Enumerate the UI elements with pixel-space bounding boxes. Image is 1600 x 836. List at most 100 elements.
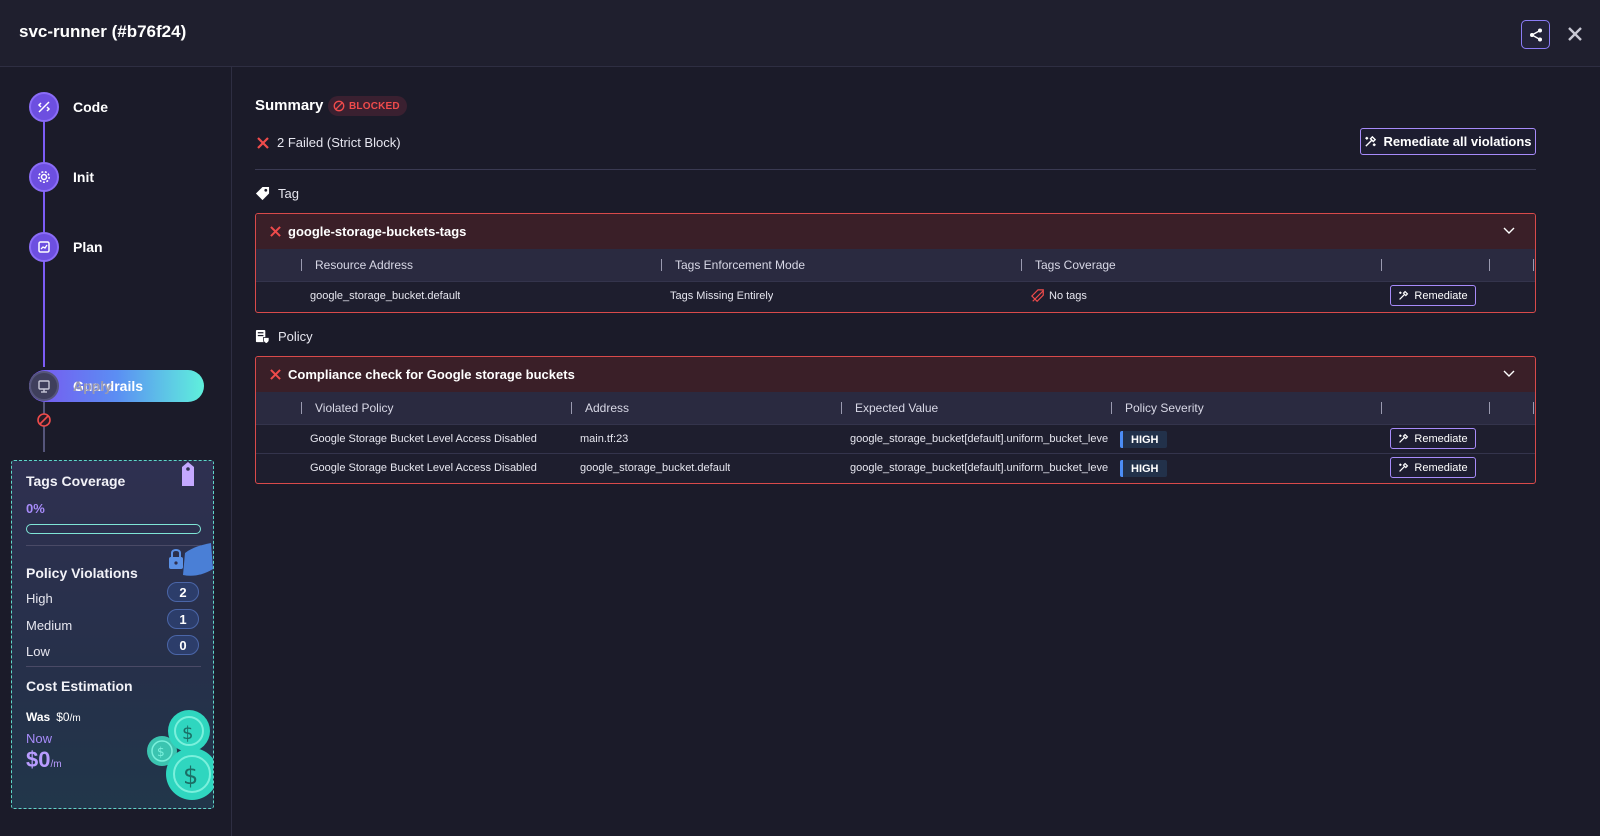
violations-high-label: High: [26, 591, 53, 606]
severity-badge: HIGH: [1120, 431, 1167, 448]
close-button[interactable]: [1563, 22, 1587, 46]
tags-coverage-progress: [26, 524, 201, 534]
address-cell: main.tf:23: [580, 433, 629, 445]
policy-panel-title: Compliance check for Google storage buck…: [288, 367, 575, 382]
tag-table-header: Resource Address Tags Enforcement Mode T…: [256, 249, 1535, 282]
expected-value-cell: google_storage_bucket[default].uniform_b…: [850, 462, 1109, 474]
x-icon: [270, 226, 281, 237]
chevron-down-icon[interactable]: [1503, 227, 1515, 235]
address-cell: google_storage_bucket.default: [580, 462, 731, 474]
coins-icon: $ $ $: [147, 710, 213, 800]
tag-violation-panel: google-storage-buckets-tags Resource Add…: [255, 213, 1536, 313]
step-init-label: Init: [73, 169, 94, 185]
close-icon: [1568, 27, 1582, 41]
gear-icon: [29, 162, 59, 192]
divider: [26, 666, 201, 667]
violations-low-count: 0: [167, 635, 199, 655]
lock-shield-icon: [169, 543, 213, 576]
column-header: Violated Policy: [315, 401, 394, 415]
remediate-label: Remediate: [1414, 289, 1468, 302]
column-separator: [1381, 402, 1382, 414]
column-header: Policy Severity: [1125, 401, 1204, 415]
cost-now-unit: /m: [50, 759, 62, 770]
column-separator: [1381, 259, 1382, 271]
resource-address-cell: google_storage_bucket.default: [310, 290, 461, 302]
no-tag-icon: [1031, 289, 1044, 303]
plan-icon: [29, 232, 59, 262]
step-connector-pending: [43, 402, 45, 452]
step-init[interactable]: Init: [29, 161, 94, 193]
cost-was-value: $0: [56, 710, 70, 724]
remediate-all-label: Remediate all violations: [1383, 134, 1532, 149]
tag-icon: [255, 186, 270, 201]
column-separator: [301, 259, 302, 271]
remediate-all-button[interactable]: Remediate all violations: [1360, 128, 1536, 155]
svg-text:$: $: [157, 745, 165, 759]
failed-summary-text: 2 Failed (Strict Block): [277, 135, 401, 150]
step-code-label: Code: [73, 99, 108, 115]
blocked-icon: [333, 100, 345, 112]
table-row: Google Storage Bucket Level Access Disab…: [256, 425, 1535, 454]
divider: [255, 169, 1536, 170]
policy-icon: [255, 329, 270, 344]
column-separator: [1533, 259, 1534, 271]
x-icon: [270, 369, 281, 380]
enforcement-mode-cell: Tags Missing Entirely: [670, 290, 774, 302]
table-row: google_storage_bucket.default Tags Missi…: [256, 282, 1535, 311]
cost-estimation-title: Cost Estimation: [26, 678, 133, 694]
svg-text:$: $: [182, 723, 193, 744]
header-bar: svc-runner (#b76f24): [0, 0, 1600, 67]
tags-coverage-title: Tags Coverage: [26, 473, 126, 489]
tag-section-label: Tag: [278, 186, 299, 201]
table-row: Google Storage Bucket Level Access Disab…: [256, 454, 1535, 483]
column-separator: [1111, 402, 1112, 414]
status-badge: BLOCKED: [328, 96, 407, 116]
policy-table-header: Violated Policy Address Expected Value P…: [256, 392, 1535, 425]
remediate-button[interactable]: Remediate: [1390, 285, 1476, 306]
policy-section-header: Policy: [255, 329, 313, 344]
step-plan[interactable]: Plan: [29, 231, 103, 263]
severity-badge: HIGH: [1120, 460, 1167, 477]
apply-icon: [29, 371, 59, 401]
step-apply-item[interactable]: Apply: [29, 370, 112, 402]
expected-value-cell: google_storage_bucket[default].uniform_b…: [850, 433, 1109, 445]
column-separator: [1533, 402, 1534, 414]
remediate-label: Remediate: [1414, 432, 1468, 445]
column-separator: [1489, 402, 1490, 414]
x-icon: [257, 136, 269, 149]
tags-coverage-cell: No tags: [1031, 289, 1087, 303]
wrench-icon: [1399, 290, 1409, 300]
violated-policy-cell: Google Storage Bucket Level Access Disab…: [310, 462, 537, 474]
wrench-icon: [1399, 433, 1409, 443]
column-separator: [1489, 259, 1490, 271]
share-icon: [1529, 28, 1542, 41]
page-title: svc-runner (#b76f24): [19, 22, 187, 41]
violations-medium-count: 1: [167, 609, 199, 629]
column-header: Resource Address: [315, 258, 414, 272]
tag-section-header: Tag: [255, 186, 299, 201]
cost-was: Was $0/m: [26, 710, 81, 724]
main-content: Summary BLOCKED 2 Failed (Strict Block) …: [232, 67, 1600, 836]
violations-medium-label: Medium: [26, 618, 73, 633]
policy-panel-header[interactable]: Compliance check for Google storage buck…: [256, 357, 1535, 392]
remediate-button[interactable]: Remediate: [1390, 428, 1476, 449]
column-separator: [301, 402, 302, 414]
cost-now-value: $0: [26, 747, 51, 772]
step-code[interactable]: Code: [29, 91, 108, 123]
chevron-down-icon[interactable]: [1503, 370, 1515, 378]
cost-now-label: Now: [26, 731, 53, 746]
code-icon: [29, 92, 59, 122]
column-header: Tags Enforcement Mode: [675, 258, 806, 272]
column-separator: [1021, 259, 1022, 271]
column-separator: [841, 402, 842, 414]
column-separator: [571, 402, 572, 414]
share-button[interactable]: [1521, 20, 1550, 49]
tag-panel-header[interactable]: google-storage-buckets-tags: [256, 214, 1535, 249]
wrench-icon: [1399, 462, 1409, 472]
remediate-button[interactable]: Remediate: [1390, 457, 1476, 478]
violations-low-label: Low: [26, 644, 50, 659]
svg-text:$: $: [183, 762, 198, 790]
tags-coverage-percent: 0%: [26, 501, 45, 516]
violations-high-count: 2: [167, 582, 199, 602]
summary-title: Summary: [255, 97, 324, 114]
